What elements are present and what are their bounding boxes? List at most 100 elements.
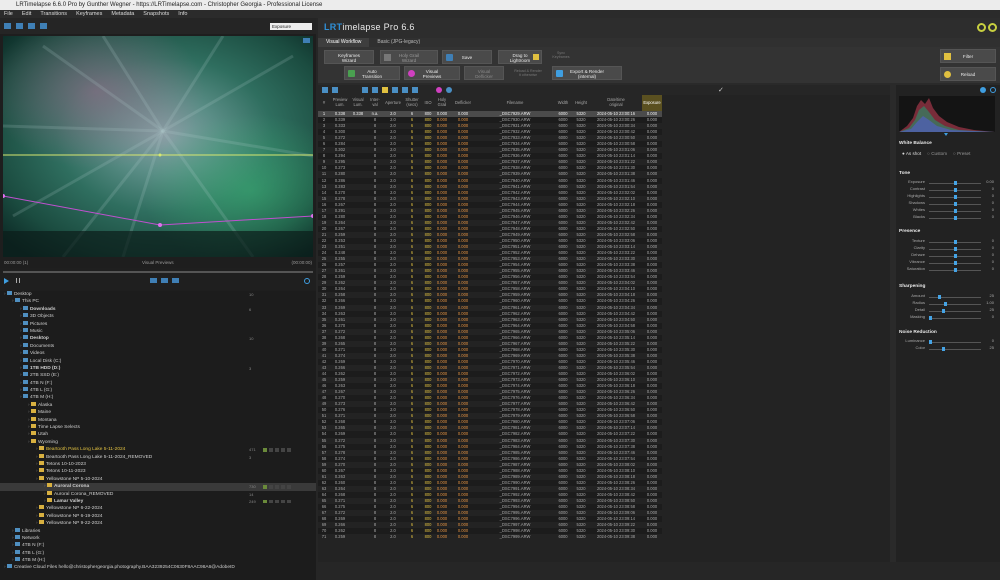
checkmark-icon[interactable]: ✓ <box>718 86 724 94</box>
column-header[interactable]: Date/time original <box>590 95 642 111</box>
slider-knob[interactable] <box>954 261 957 265</box>
column-header[interactable]: Height <box>572 95 590 111</box>
tree-item[interactable]: › Beartooth Pass Long Lake 5-11-2024_REM… <box>0 453 316 461</box>
tree-item[interactable]: › Desktop 10 <box>0 335 316 342</box>
slider-knob[interactable] <box>954 202 957 206</box>
slider-value[interactable]: 1.00 <box>986 300 994 305</box>
tree-item[interactable]: › 4TB L (G:) <box>0 549 316 557</box>
slider-knob[interactable] <box>937 295 941 299</box>
slider-track[interactable] <box>929 318 981 319</box>
column-header[interactable]: Exposure <box>642 95 662 111</box>
slider-value[interactable]: 0 <box>992 245 994 250</box>
keyframes-wizard-button[interactable]: Keyframes Wizard <box>324 50 374 64</box>
timeline-scrubber[interactable] <box>3 271 313 273</box>
slider-value[interactable]: 25 <box>990 307 994 312</box>
slider-knob[interactable] <box>954 209 957 213</box>
slider-clarity[interactable]: Clarity 0 <box>899 245 997 252</box>
slider-highlights[interactable]: Highlights 0 <box>899 193 997 200</box>
panel-settings-icon[interactable] <box>990 87 996 93</box>
tab-visual-workflow[interactable]: Visual Workflow <box>318 38 370 47</box>
star-icon[interactable] <box>382 87 388 93</box>
zoom-in-icon[interactable] <box>161 278 168 283</box>
menu-transitions[interactable]: Transitions <box>40 10 67 18</box>
tree-item[interactable]: › Maine <box>0 409 316 416</box>
slider-knob[interactable] <box>929 316 932 320</box>
column-header[interactable]: ISO <box>422 95 434 111</box>
tree-item[interactable]: › Music <box>0 327 316 335</box>
export-render-button[interactable]: Export & Render (internal) <box>552 66 622 80</box>
tree-item[interactable]: › Tetons 10-11-2023 <box>0 468 316 475</box>
tree-item[interactable]: › Network <box>0 534 316 542</box>
slider-knob[interactable] <box>954 254 957 258</box>
slider-track[interactable] <box>929 342 981 343</box>
slider-detail[interactable]: Detail 25 <box>899 307 997 314</box>
tree-item[interactable]: › 3D Objects <box>0 313 316 320</box>
tree-item[interactable]: › 4TB L (G:) <box>0 387 316 394</box>
tree-item[interactable]: › Yellowstone NP 9-22-2024 <box>0 520 316 527</box>
visual-deflicker-button[interactable]: Visual Deflicker <box>464 66 504 80</box>
tree-item[interactable]: › Desktop 10 <box>0 291 316 298</box>
play-icon[interactable] <box>4 278 9 284</box>
tree-item[interactable]: › Yellowstone NP 6-22-2024 <box>0 505 316 512</box>
slider-value[interactable]: 0 <box>992 338 994 343</box>
render-icon[interactable] <box>446 87 452 93</box>
column-header[interactable]: Deflicker <box>450 95 476 111</box>
tree-item[interactable]: › 4TB N (F:) <box>0 542 316 549</box>
slider-knob[interactable] <box>929 340 932 344</box>
slider-track[interactable] <box>929 304 981 305</box>
power-icon[interactable] <box>988 23 997 32</box>
tree-item[interactable]: › Creative Cloud Files hello@christopher… <box>0 564 316 571</box>
tree-item[interactable]: › Videos <box>0 350 316 357</box>
column-header[interactable]: Aperture <box>384 95 402 111</box>
slider-value[interactable]: 0 <box>992 238 994 243</box>
refresh-icon[interactable] <box>332 87 338 93</box>
tree-item[interactable]: › 4TB M (H:) <box>0 557 316 564</box>
tree-item[interactable]: › Montana <box>0 416 316 424</box>
tree-item[interactable]: › 2TB SSD (E:) <box>0 372 316 379</box>
slider-value[interactable]: 0 <box>992 259 994 264</box>
menu-info[interactable]: Info <box>178 10 187 18</box>
slider-knob[interactable] <box>954 240 957 244</box>
search-icon[interactable] <box>40 23 47 29</box>
drag-to-lightroom-button[interactable]: Drag to Lightroom <box>498 50 542 64</box>
slider-value[interactable]: 0 <box>992 266 994 271</box>
tree-item[interactable]: › Local Disk (C:) <box>0 357 316 365</box>
panel-info-icon[interactable] <box>980 87 986 93</box>
slider-value[interactable]: 25 <box>990 293 994 298</box>
tree-item[interactable]: › Utah <box>0 431 316 438</box>
wb-preset[interactable]: ○ Preset <box>953 151 970 156</box>
column-header[interactable]: Shutter (secs) <box>402 95 422 111</box>
tree-item[interactable]: › 1TB HDD (D:) 3 <box>0 364 316 372</box>
slider-value[interactable]: 0 <box>992 314 994 319</box>
fullscreen-icon[interactable] <box>172 278 179 283</box>
slider-radius[interactable]: Radius 1.00 <box>899 300 997 307</box>
slider-value[interactable]: 0 <box>992 193 994 198</box>
tree-item[interactable]: › Auroral Corona 730 <box>0 483 316 491</box>
slider-knob[interactable] <box>954 268 957 272</box>
tree-item[interactable]: › Auroral Corona_REMOVED 14 <box>0 490 316 498</box>
tree-item[interactable]: › 4TB M (H:) <box>0 394 316 401</box>
tree-item[interactable]: › Alaska <box>0 401 316 409</box>
tree-item[interactable]: › Lamar Valley 249 <box>0 497 316 505</box>
slider-knob[interactable] <box>954 216 957 220</box>
column-header[interactable]: Holy Grail <box>434 95 450 111</box>
menu-edit[interactable]: Edit <box>22 10 31 18</box>
menu-file[interactable]: File <box>4 10 13 18</box>
histogram-marker-icon[interactable] <box>944 133 948 136</box>
slider-track[interactable] <box>929 311 981 312</box>
slider-blacks[interactable]: Blacks 0 <box>899 214 997 221</box>
tree-item[interactable]: › Documents <box>0 342 316 350</box>
pause-icon[interactable] <box>16 278 20 283</box>
holy-grail-wizard-button[interactable]: Holy Grail Wizard <box>380 50 438 64</box>
copy-icon[interactable] <box>372 87 378 93</box>
tree-item[interactable]: › Downloads 6 <box>0 305 316 313</box>
move-icon[interactable] <box>402 87 408 93</box>
grid-icon[interactable] <box>322 87 328 93</box>
slider-masking[interactable]: Masking 0 <box>899 314 997 321</box>
slider-knob[interactable] <box>954 247 957 251</box>
refresh-icon[interactable] <box>304 278 310 284</box>
slider-shadows[interactable]: Shadows 0 <box>899 200 997 207</box>
tree-item[interactable]: › Tetons 10-10-2023 <box>0 460 316 468</box>
slider-amount[interactable]: Amount 25 <box>899 293 997 300</box>
zoom-out-icon[interactable] <box>150 278 157 283</box>
